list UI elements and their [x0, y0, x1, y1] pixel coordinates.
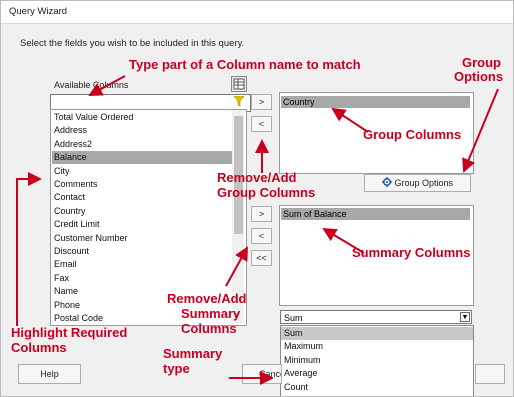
- arrow-to-summary-buttons: [225, 246, 248, 287]
- annotation-remove-add-group-2: Group Columns: [217, 185, 316, 200]
- annotation-highlight-2: Columns: [11, 340, 67, 355]
- arrow-to-filter: [88, 75, 126, 96]
- annotation-type-part: Type part of a Column name to match: [129, 57, 361, 72]
- annotation-summary-type-2: type: [163, 361, 190, 376]
- annotation-remove-add-summary-3: Columns: [181, 321, 237, 336]
- annotation-highlight-1: Highlight Required: [11, 325, 128, 340]
- annotation-remove-add-summary-2: Summary: [181, 306, 241, 321]
- annotation-summary-columns: Summary Columns: [352, 245, 471, 260]
- annotation-summary-type-1: Summary: [163, 346, 223, 361]
- annotation-remove-add-group-1: Remove/Add: [217, 170, 297, 185]
- annotation-group-columns: Group Columns: [363, 127, 462, 142]
- annotation-group-options-2: Options: [454, 69, 504, 84]
- bracket-highlight: [16, 172, 42, 326]
- annotation-group-options-1: Group: [462, 55, 501, 70]
- annotation-remove-add-summary-1: Remove/Add: [167, 291, 247, 306]
- arrow-to-group-options: [462, 88, 499, 173]
